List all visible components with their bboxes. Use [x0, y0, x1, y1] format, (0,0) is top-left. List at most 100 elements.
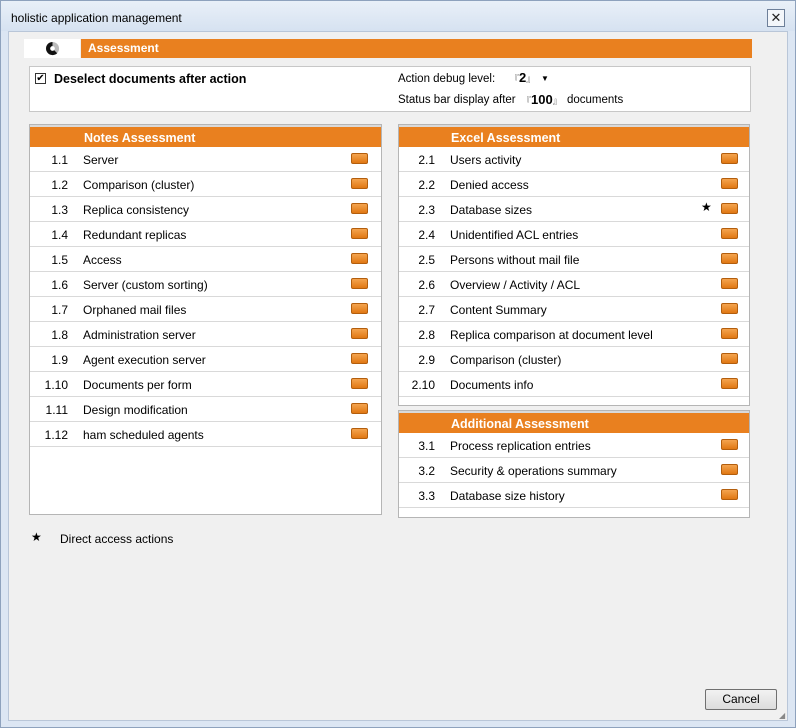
list-item[interactable]: 3.3 Database size history: [399, 483, 749, 508]
run-button[interactable]: [721, 353, 738, 364]
run-button[interactable]: [351, 328, 368, 339]
list-item[interactable]: 2.10 Documents info: [399, 372, 749, 397]
item-label[interactable]: Database size history: [450, 489, 565, 503]
run-button[interactable]: [351, 228, 368, 239]
dropdown-arrow-icon[interactable]: ▼: [541, 74, 549, 83]
item-label[interactable]: Overview / Activity / ACL: [450, 278, 580, 292]
list-item[interactable]: 2.2 Denied access: [399, 172, 749, 197]
item-number: 1.6: [51, 278, 68, 292]
list-item[interactable]: 1.6 Server (custom sorting): [30, 272, 381, 297]
resize-grip-icon[interactable]: ◢: [779, 711, 789, 721]
star-icon: ★: [701, 200, 712, 214]
list-item[interactable]: 1.3 Replica consistency: [30, 197, 381, 222]
run-button[interactable]: [351, 153, 368, 164]
list-item[interactable]: 1.8 Administration server: [30, 322, 381, 347]
debug-level-label: Action debug level:: [398, 73, 496, 85]
list-item[interactable]: 1.10 Documents per form: [30, 372, 381, 397]
list-item[interactable]: 2.5 Persons without mail file: [399, 247, 749, 272]
item-number: 3.2: [418, 464, 435, 478]
list-item[interactable]: 2.1 Users activity: [399, 147, 749, 172]
item-label[interactable]: Replica comparison at document level: [450, 328, 653, 342]
item-label[interactable]: Orphaned mail files: [83, 303, 186, 317]
run-button[interactable]: [721, 178, 738, 189]
item-label[interactable]: Database sizes: [450, 203, 532, 217]
run-button[interactable]: [721, 228, 738, 239]
list-item[interactable]: 1.11 Design modification: [30, 397, 381, 422]
list-item[interactable]: 2.3 Database sizes ★: [399, 197, 749, 222]
item-label[interactable]: Process replication entries: [450, 439, 591, 453]
list-item[interactable]: 1.7 Orphaned mail files: [30, 297, 381, 322]
debug-level-field[interactable]: 『2』: [510, 70, 535, 85]
status-bar-field[interactable]: 『100』: [522, 92, 562, 107]
notes-assessment-list: 1.1 Server 1.2 Comparison (cluster) 1.3 Repli…: [30, 147, 381, 447]
item-label[interactable]: Design modification: [83, 403, 188, 417]
run-button[interactable]: [351, 178, 368, 189]
item-label[interactable]: Replica consistency: [83, 203, 189, 217]
list-item[interactable]: 1.9 Agent execution server: [30, 347, 381, 372]
additional-assessment-title: Additional Assessment: [399, 411, 749, 433]
run-button[interactable]: [721, 203, 738, 214]
run-button[interactable]: [721, 328, 738, 339]
deselect-checkbox[interactable]: ✔: [35, 73, 46, 84]
item-label[interactable]: Users activity: [450, 153, 521, 167]
item-number: 2.6: [418, 278, 435, 292]
item-label[interactable]: Server (custom sorting): [83, 278, 208, 292]
run-button[interactable]: [351, 203, 368, 214]
list-item[interactable]: 1.1 Server: [30, 147, 381, 172]
list-item[interactable]: 3.2 Security & operations summary: [399, 458, 749, 483]
list-item[interactable]: 1.2 Comparison (cluster): [30, 172, 381, 197]
run-button[interactable]: [721, 439, 738, 450]
cancel-button[interactable]: Cancel: [705, 689, 777, 710]
run-button[interactable]: [351, 403, 368, 414]
item-label[interactable]: Documents info: [450, 378, 533, 392]
item-number: 2.5: [418, 253, 435, 267]
run-button[interactable]: [721, 153, 738, 164]
close-button[interactable]: ✕: [767, 9, 785, 27]
run-button[interactable]: [721, 464, 738, 475]
run-button[interactable]: [351, 353, 368, 364]
list-item[interactable]: 1.4 Redundant replicas: [30, 222, 381, 247]
deselect-label[interactable]: Deselect documents after action: [54, 72, 246, 86]
notes-assessment-panel: Notes Assessment 1.1 Server 1.2 Comparison …: [29, 124, 382, 515]
item-label[interactable]: Security & operations summary: [450, 464, 617, 478]
item-number: 2.3: [418, 203, 435, 217]
run-button[interactable]: [351, 278, 368, 289]
item-number: 1.8: [51, 328, 68, 342]
run-button[interactable]: [721, 253, 738, 264]
item-label[interactable]: Server: [83, 153, 118, 167]
run-button[interactable]: [351, 428, 368, 439]
status-bar-suffix: documents: [567, 94, 624, 106]
item-label[interactable]: Administration server: [83, 328, 196, 342]
list-item[interactable]: 2.8 Replica comparison at document level: [399, 322, 749, 347]
list-item[interactable]: 2.7 Content Summary: [399, 297, 749, 322]
item-label[interactable]: Comparison (cluster): [83, 178, 194, 192]
run-button[interactable]: [351, 253, 368, 264]
list-item[interactable]: 2.6 Overview / Activity / ACL: [399, 272, 749, 297]
item-label[interactable]: Comparison (cluster): [450, 353, 561, 367]
item-label[interactable]: Content Summary: [450, 303, 547, 317]
list-item[interactable]: 3.1 Process replication entries: [399, 433, 749, 458]
item-label[interactable]: Documents per form: [83, 378, 192, 392]
run-button[interactable]: [721, 303, 738, 314]
list-item[interactable]: 2.9 Comparison (cluster): [399, 347, 749, 372]
item-number: 2.10: [411, 378, 435, 392]
list-item[interactable]: 1.12 ham scheduled agents: [30, 422, 381, 447]
item-label[interactable]: Persons without mail file: [450, 253, 579, 267]
title-bar[interactable]: holistic application management ✕: [1, 1, 795, 31]
run-button[interactable]: [721, 378, 738, 389]
item-label[interactable]: Denied access: [450, 178, 529, 192]
item-label[interactable]: ham scheduled agents: [83, 428, 204, 442]
item-label[interactable]: Access: [83, 253, 122, 267]
item-label[interactable]: Redundant replicas: [83, 228, 186, 242]
run-button[interactable]: [351, 378, 368, 389]
list-item[interactable]: 2.4 Unidentified ACL entries: [399, 222, 749, 247]
run-button[interactable]: [351, 303, 368, 314]
item-number: 2.9: [418, 353, 435, 367]
list-item[interactable]: 1.5 Access: [30, 247, 381, 272]
status-bar-value: 100: [531, 92, 553, 107]
item-label[interactable]: Agent execution server: [83, 353, 206, 367]
item-label[interactable]: Unidentified ACL entries: [450, 228, 578, 242]
run-button[interactable]: [721, 489, 738, 500]
item-number: 1.7: [51, 303, 68, 317]
run-button[interactable]: [721, 278, 738, 289]
